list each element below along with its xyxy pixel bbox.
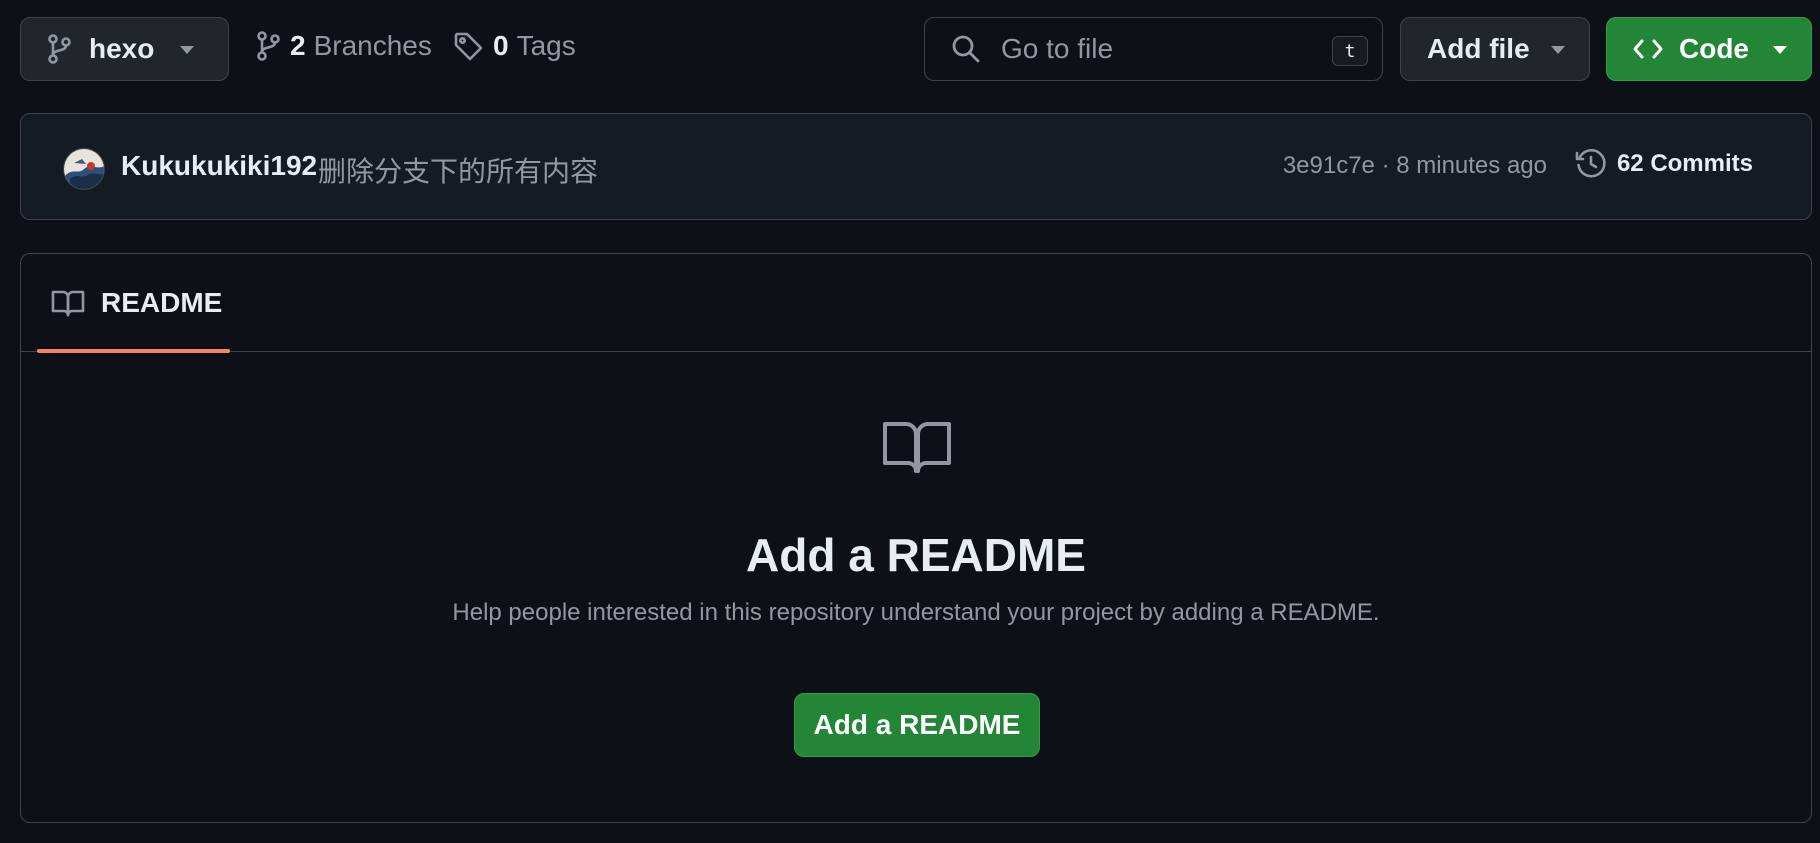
code-label: Code xyxy=(1679,33,1749,64)
avatar[interactable] xyxy=(63,148,105,190)
history-icon xyxy=(1575,148,1607,180)
add-file-label: Add file xyxy=(1427,33,1530,64)
tab-readme-label: README xyxy=(101,287,223,318)
readme-panel: README Add a README Help people interest… xyxy=(20,253,1812,823)
commits-count-label: 62 Commits xyxy=(1616,150,1753,177)
tab-readme[interactable]: README xyxy=(37,254,230,353)
tag-icon xyxy=(453,31,483,61)
branches-link[interactable]: 2 Branches xyxy=(256,30,432,62)
chevron-down-icon xyxy=(1551,46,1565,55)
search-shortcut-key: t xyxy=(1332,36,1368,66)
branches-count: 2 xyxy=(290,30,306,61)
tags-link[interactable]: 0 Tags xyxy=(453,30,576,62)
git-branch-icon xyxy=(256,31,280,61)
code-button[interactable]: Code xyxy=(1606,17,1812,81)
commit-message[interactable]: 删除分支下的所有内容 xyxy=(318,150,598,190)
repo-toolbar: hexo 2 Branches 0 Tags Go to file t Add … xyxy=(0,0,1820,100)
empty-readme-description: Help people interested in this repositor… xyxy=(452,599,1380,626)
commit-sha-time[interactable]: 3e91c7e · 8 minutes ago xyxy=(1283,152,1547,180)
readme-header: README xyxy=(21,254,1811,353)
book-icon xyxy=(882,419,952,475)
book-icon xyxy=(51,289,85,317)
code-icon xyxy=(1633,38,1663,60)
latest-commit-bar: Kukukukiki192 删除分支下的所有内容 3e91c7e · 8 min… xyxy=(20,113,1812,220)
branch-name: hexo xyxy=(89,33,155,64)
commits-history-link[interactable]: 62 Commits xyxy=(1575,148,1753,180)
commit-author[interactable]: Kukukukiki192 xyxy=(121,150,317,182)
git-branch-icon xyxy=(47,34,71,64)
chevron-down-icon xyxy=(1773,46,1787,55)
tags-label: Tags xyxy=(516,30,576,61)
tags-count: 0 xyxy=(493,30,509,61)
branches-label: Branches xyxy=(313,30,432,61)
go-to-file-search[interactable]: Go to file t xyxy=(924,17,1383,81)
empty-readme-title: Add a README xyxy=(746,529,1086,581)
add-file-button[interactable]: Add file xyxy=(1400,17,1590,81)
chevron-down-icon xyxy=(180,46,194,55)
active-tab-underline xyxy=(37,349,230,353)
branch-select-button[interactable]: hexo xyxy=(20,17,229,81)
search-icon xyxy=(951,34,981,64)
add-readme-button[interactable]: Add a README xyxy=(794,693,1040,757)
search-placeholder: Go to file xyxy=(1001,33,1114,64)
